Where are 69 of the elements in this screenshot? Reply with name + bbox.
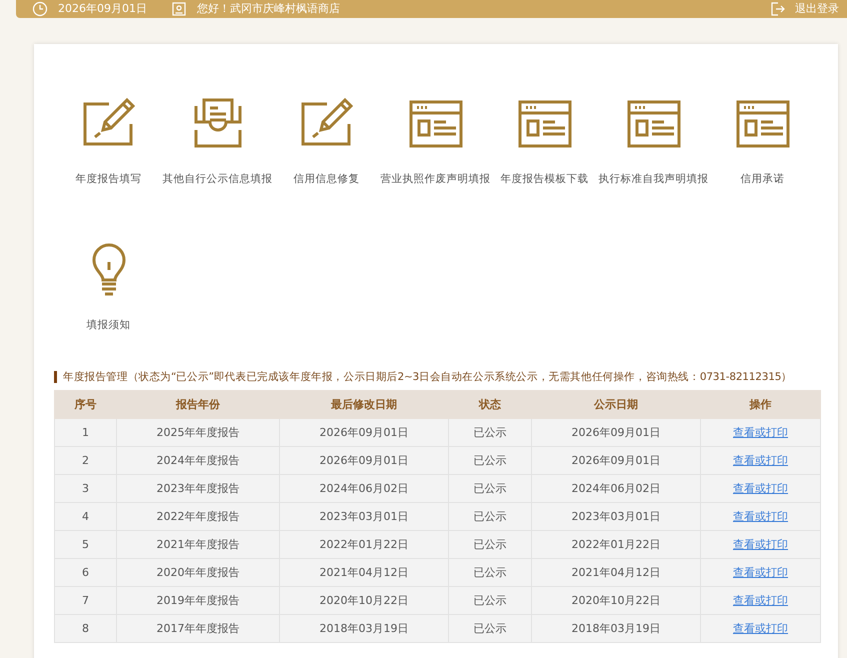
table-cell: 2019年年度报告 xyxy=(116,586,280,614)
menu-tile[interactable]: 营业执照作废声明填报 xyxy=(381,96,490,204)
greeting-text: 您好！武冈市庆峰村枫语商店 xyxy=(197,1,340,17)
date-text: 2026年09月01日 xyxy=(58,1,147,17)
table-cell: 2022年01月22日 xyxy=(532,530,700,558)
logout-button[interactable]: 退出登录 xyxy=(769,1,839,17)
column-header: 最后修改日期 xyxy=(280,390,448,418)
column-header: 操作 xyxy=(700,390,820,418)
table-cell: 2026年09月01日 xyxy=(532,418,700,446)
table-cell: 已公示 xyxy=(448,530,532,558)
table-cell: 2021年年度报告 xyxy=(116,530,280,558)
column-header: 公示日期 xyxy=(532,390,700,418)
table-cell: 7 xyxy=(54,586,116,614)
table-cell: 5 xyxy=(54,530,116,558)
menu-tile[interactable]: 其他自行公示信息填报 xyxy=(163,96,272,204)
table-cell: 2021年04月12日 xyxy=(532,558,700,586)
table-cell: 已公示 xyxy=(448,446,532,474)
menu-tile[interactable]: 执行标准自我声明填报 xyxy=(599,96,708,204)
logout-icon xyxy=(769,1,785,17)
table-cell: 2 xyxy=(54,446,116,474)
table-cell: 4 xyxy=(54,502,116,530)
menu-tile[interactable]: 填报须知 xyxy=(54,242,163,350)
column-header: 报告年份 xyxy=(116,390,280,418)
table-cell: 已公示 xyxy=(448,502,532,530)
table-cell: 2022年01月22日 xyxy=(280,530,448,558)
table-cell: 2026年09月01日 xyxy=(280,446,448,474)
table-cell: 2020年10月22日 xyxy=(280,586,448,614)
column-header: 状态 xyxy=(448,390,532,418)
view-print-link[interactable]: 查看或打印 xyxy=(733,454,788,467)
user-icon xyxy=(171,1,187,17)
table-cell: 3 xyxy=(54,474,116,502)
table-cell: 2024年06月02日 xyxy=(280,474,448,502)
table-cell: 已公示 xyxy=(448,418,532,446)
table-cell: 8 xyxy=(54,614,116,642)
table-cell: 2020年10月22日 xyxy=(532,586,700,614)
column-header: 序号 xyxy=(54,390,116,418)
table-cell: 2026年09月01日 xyxy=(280,418,448,446)
view-print-link[interactable]: 查看或打印 xyxy=(733,594,788,607)
table-cell: 2017年年度报告 xyxy=(116,614,280,642)
view-print-link[interactable]: 查看或打印 xyxy=(733,510,788,523)
table-cell: 2025年年度报告 xyxy=(116,418,280,446)
table-cell: 2021年04月12日 xyxy=(280,558,448,586)
menu-tile[interactable]: 信用承诺 xyxy=(708,96,817,204)
section-title: 年度报告管理（状态为“已公示”即代表已完成该年度年报，公示日期后2~3日会自动在公示系统公示，无需其他任何操作，咨询热线：0731-82112315） xyxy=(63,370,792,384)
table-cell: 2018年03月19日 xyxy=(532,614,700,642)
table-cell: 1 xyxy=(54,418,116,446)
clock-icon xyxy=(32,1,48,17)
view-print-link[interactable]: 查看或打印 xyxy=(733,538,788,551)
table-cell: 2026年09月01日 xyxy=(532,446,700,474)
menu-tile[interactable]: 年度报告填写 xyxy=(54,96,163,204)
view-print-link[interactable]: 查看或打印 xyxy=(733,482,788,495)
table-cell: 6 xyxy=(54,558,116,586)
table-cell: 已公示 xyxy=(448,586,532,614)
table-cell: 2024年年度报告 xyxy=(116,446,280,474)
table-cell: 2023年03月01日 xyxy=(280,502,448,530)
view-print-link[interactable]: 查看或打印 xyxy=(733,622,788,635)
table-cell: 2020年年度报告 xyxy=(116,558,280,586)
table-cell: 已公示 xyxy=(448,558,532,586)
table-cell: 2023年03月01日 xyxy=(532,502,700,530)
table-cell: 2018年03月19日 xyxy=(280,614,448,642)
menu-tile[interactable]: 信用信息修复 xyxy=(272,96,381,204)
table-cell: 2022年年度报告 xyxy=(116,502,280,530)
menu-tile[interactable]: 年度报告模板下载 xyxy=(490,96,599,204)
table-cell: 2024年06月02日 xyxy=(532,474,700,502)
view-print-link[interactable]: 查看或打印 xyxy=(733,566,788,579)
table-cell: 已公示 xyxy=(448,614,532,642)
table-cell: 2023年年度报告 xyxy=(116,474,280,502)
view-print-link[interactable]: 查看或打印 xyxy=(733,426,788,439)
table-cell: 已公示 xyxy=(448,474,532,502)
